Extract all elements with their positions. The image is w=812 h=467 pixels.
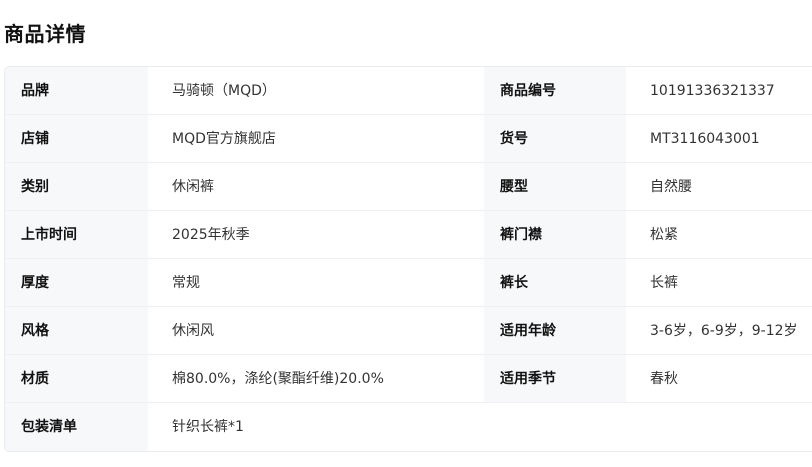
spec-value-brand: 马骑顿（MQD）: [148, 67, 484, 115]
spec-value-style: 休闲风: [148, 307, 484, 355]
spec-value-store: MQD官方旗舰店: [148, 115, 484, 163]
spec-empty-cell: [484, 403, 626, 451]
spec-key-item-number: 货号: [484, 115, 626, 163]
spec-key-package-list: 包装清单: [5, 403, 148, 451]
spec-key-brand: 品牌: [5, 67, 148, 115]
spec-value-item-number: MT3116043001: [626, 115, 812, 163]
spec-key-product-id: 商品编号: [484, 67, 626, 115]
spec-value-category: 休闲裤: [148, 163, 484, 211]
spec-value-waist-type: 自然腰: [626, 163, 812, 211]
spec-key-waist-type: 腰型: [484, 163, 626, 211]
spec-key-launch-time: 上市时间: [5, 211, 148, 259]
spec-table: 品牌 马骑顿（MQD） 商品编号 10191336321337 店铺 MQD官方…: [4, 66, 812, 452]
spec-key-style: 风格: [5, 307, 148, 355]
spec-value-thickness: 常规: [148, 259, 484, 307]
spec-value-product-id: 10191336321337: [626, 67, 812, 115]
spec-value-package-list: 针织长裤*1: [148, 403, 484, 451]
spec-key-season: 适用季节: [484, 355, 626, 403]
spec-key-age-range: 适用年龄: [484, 307, 626, 355]
spec-key-pants-length: 裤长: [484, 259, 626, 307]
spec-key-thickness: 厚度: [5, 259, 148, 307]
spec-value-material: 棉80.0%，涤纶(聚酯纤维)20.0%: [148, 355, 484, 403]
spec-key-category: 类别: [5, 163, 148, 211]
section-title: 商品详情: [4, 22, 86, 46]
spec-value-season: 春秋: [626, 355, 812, 403]
spec-value-age-range: 3-6岁，6-9岁，9-12岁: [626, 307, 812, 355]
spec-value-launch-time: 2025年秋季: [148, 211, 484, 259]
spec-value-pants-length: 长裤: [626, 259, 812, 307]
product-details-page: 商品详情 品牌 马骑顿（MQD） 商品编号 10191336321337 店铺 …: [0, 0, 812, 467]
spec-empty-cell: [626, 403, 812, 451]
spec-value-fly-closure: 松紧: [626, 211, 812, 259]
spec-key-material: 材质: [5, 355, 148, 403]
spec-key-fly-closure: 裤门襟: [484, 211, 626, 259]
spec-key-store: 店铺: [5, 115, 148, 163]
